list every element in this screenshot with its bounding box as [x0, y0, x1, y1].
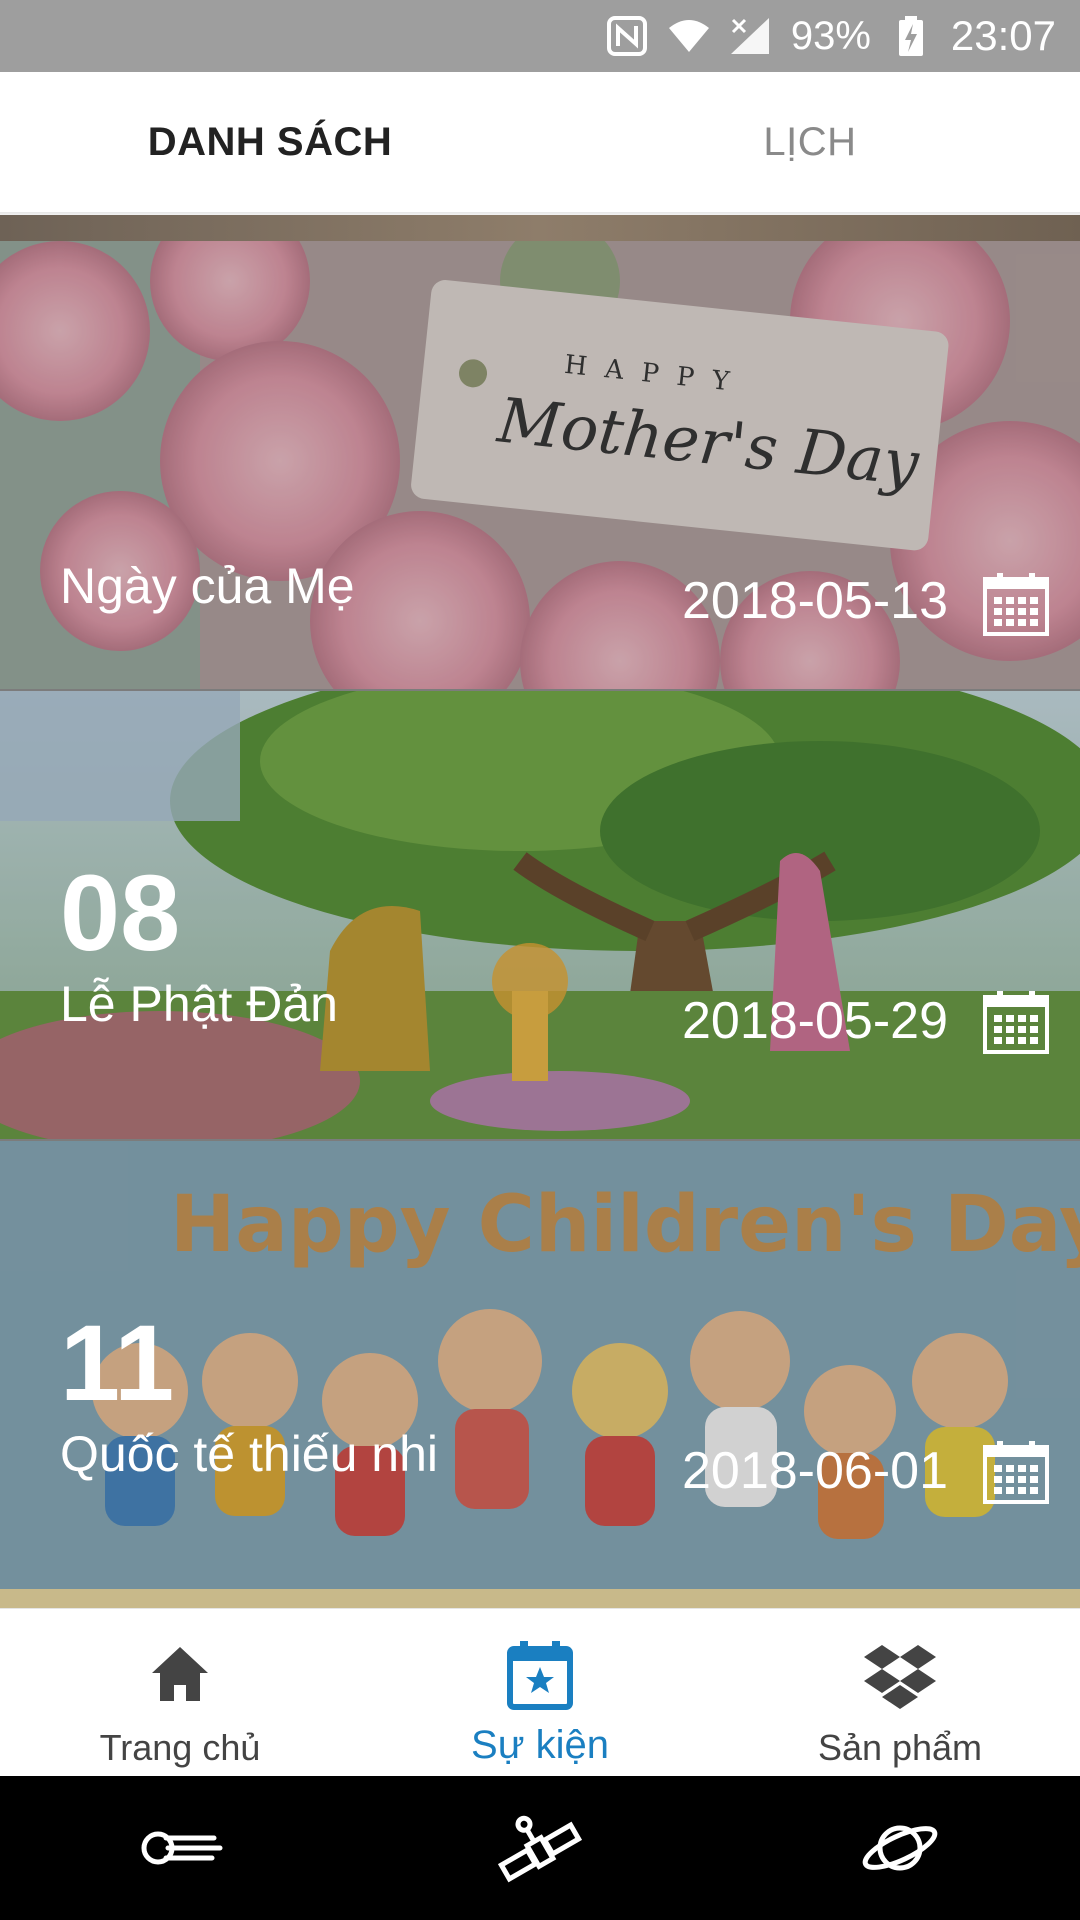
tab-calendar[interactable]: LỊCH — [540, 72, 1080, 212]
nav-home[interactable]: Trang chủ — [0, 1609, 360, 1776]
event-day: 08 — [60, 852, 181, 973]
event-title: Lễ Phật Đản — [60, 976, 338, 1032]
nav-events[interactable]: Sự kiện — [360, 1609, 720, 1776]
event-day: 11 — [60, 1302, 175, 1423]
wifi-icon — [668, 20, 709, 52]
dropbox-icon — [864, 1645, 936, 1709]
signal-icon — [730, 18, 769, 54]
event-title: Quốc tế thiếu nhi — [60, 1426, 439, 1482]
event-card-mothers-day[interactable]: HAPPY Mother's Day Ngày của Mẹ 2018-05-1… — [0, 241, 1080, 689]
calendar-icon[interactable] — [982, 989, 1050, 1055]
next-card-peek — [0, 1589, 1080, 1608]
event-date: 2018-05-29 — [682, 992, 948, 1050]
planet-icon — [862, 1825, 938, 1871]
system-recents-button[interactable] — [720, 1776, 1080, 1920]
system-back-button[interactable] — [0, 1776, 360, 1920]
event-date: 2018-06-01 — [682, 1442, 948, 1500]
previous-card-peek — [0, 215, 1080, 241]
calendar-icon[interactable] — [982, 1439, 1050, 1505]
system-navigation-bar — [0, 1776, 1080, 1920]
event-calendar-icon — [507, 1641, 573, 1710]
nav-events-label: Sự kiện — [471, 1723, 609, 1767]
event-date: 2018-05-13 — [682, 572, 948, 630]
event-list[interactable]: HAPPY Mother's Day Ngày của Mẹ 2018-05-1… — [0, 215, 1080, 1608]
nav-home-label: Trang chủ — [99, 1727, 261, 1768]
calendar-icon[interactable] — [982, 571, 1050, 637]
battery-charging-icon — [898, 16, 923, 56]
nfc-icon — [606, 16, 647, 56]
clock: 23:07 — [950, 12, 1056, 59]
satellite-icon — [497, 1815, 583, 1883]
event-card-buddha-birthday[interactable]: 08 Lễ Phật Đản 2018-05-29 — [0, 691, 1080, 1139]
bottom-navigation: Trang chủ Sự kiện Sản phẩm — [0, 1608, 1080, 1776]
event-title: Ngày của Mẹ — [60, 558, 355, 614]
nav-products[interactable]: Sản phẩm — [720, 1609, 1080, 1776]
comet-icon — [141, 1831, 223, 1865]
event-card-childrens-day[interactable]: Happy Children's Day 11 Quốc tế thiếu nh… — [0, 1141, 1080, 1589]
nav-products-label: Sản phẩm — [817, 1727, 983, 1768]
system-home-button[interactable] — [360, 1776, 720, 1920]
home-icon — [152, 1647, 208, 1701]
battery-percent: 93% — [790, 13, 871, 58]
top-tabs: DANH SÁCH LỊCH — [0, 72, 1080, 212]
tab-list[interactable]: DANH SÁCH — [0, 72, 540, 212]
status-bar: 93% 23:07 — [0, 0, 1080, 72]
